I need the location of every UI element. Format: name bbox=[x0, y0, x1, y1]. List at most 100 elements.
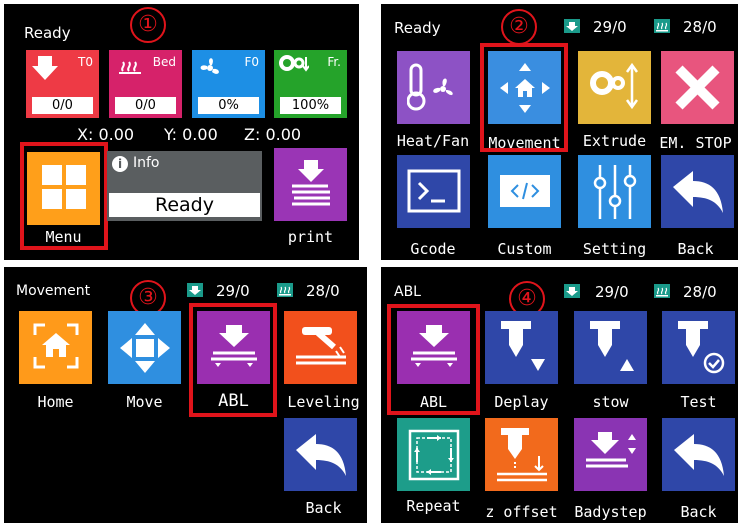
status-text: Ready bbox=[394, 19, 441, 37]
highlight-box bbox=[20, 142, 108, 250]
extruder-temp: 29/0 bbox=[595, 283, 629, 301]
status-text: ABL bbox=[394, 284, 421, 300]
extruder-down-icon bbox=[32, 56, 58, 80]
print-label: print bbox=[287, 228, 334, 246]
z-coordinate: Z: 0.00 bbox=[244, 125, 302, 144]
back-arrow-icon bbox=[673, 171, 723, 213]
extruder-temp: 29/0 bbox=[216, 282, 250, 300]
gear-extrude-icon bbox=[590, 62, 639, 110]
extruder-label: T0 bbox=[78, 55, 93, 69]
step-marker-2: ② bbox=[501, 9, 537, 45]
close-x-icon bbox=[675, 65, 720, 110]
y-coordinate: Y: 0.00 bbox=[164, 125, 218, 144]
bed-value: 0/0 bbox=[115, 97, 176, 114]
leveling-icon bbox=[296, 327, 346, 365]
info-icon: i bbox=[112, 156, 128, 172]
bed-temp-icon bbox=[654, 284, 670, 298]
repeat-button[interactable] bbox=[397, 418, 470, 491]
setting-button[interactable] bbox=[578, 155, 651, 228]
thermometer-fan-icon bbox=[407, 63, 453, 111]
repeat-grid-icon bbox=[408, 429, 460, 481]
leveling-label: Leveling bbox=[287, 393, 360, 411]
back-label: Back bbox=[305, 499, 342, 517]
heat-waves-icon bbox=[119, 61, 141, 74]
heat-fan-label: Heat/Fan bbox=[396, 132, 470, 150]
babystep-icon bbox=[586, 432, 636, 468]
status-text: Ready bbox=[24, 24, 71, 42]
fan-label: F0 bbox=[244, 55, 259, 69]
move-arrows-icon bbox=[120, 323, 170, 373]
highlight-box bbox=[480, 43, 568, 152]
move-label: Move bbox=[126, 393, 163, 411]
bed-temp: 28/0 bbox=[683, 283, 717, 301]
status-text: Movement bbox=[16, 283, 91, 299]
back-arrow-icon bbox=[296, 434, 346, 476]
print-icon bbox=[292, 160, 330, 206]
babystep-label: Badystep bbox=[574, 503, 647, 521]
fan-tile[interactable]: F0 0% bbox=[192, 50, 265, 118]
back-label: Back bbox=[680, 503, 717, 521]
screen-menu: Ready ② 29/0 28/0 Heat/Fan Movement Extr… bbox=[381, 4, 738, 260]
print-button[interactable] bbox=[274, 148, 347, 221]
move-button[interactable] bbox=[108, 311, 181, 384]
terminal-icon bbox=[407, 169, 461, 213]
gear-speed-icon bbox=[279, 55, 309, 72]
back-label: Back bbox=[677, 240, 714, 258]
info-status: Ready bbox=[109, 193, 260, 217]
z-offset-label: z offset bbox=[485, 503, 558, 521]
step-marker-1: ① bbox=[130, 7, 166, 43]
test-label: Test bbox=[680, 393, 717, 411]
highlight-box bbox=[189, 303, 277, 417]
back-arrow-icon bbox=[674, 434, 724, 476]
deploy-button[interactable] bbox=[485, 311, 558, 384]
extruder-temp-tile[interactable]: T0 0/0 bbox=[26, 50, 99, 118]
extruder-temp-icon bbox=[564, 19, 580, 33]
z-offset-button[interactable] bbox=[485, 418, 558, 491]
deploy-label: Deplay bbox=[494, 393, 549, 411]
babystep-button[interactable] bbox=[574, 418, 647, 491]
leveling-button[interactable] bbox=[284, 311, 357, 384]
screen-movement: Movement ③ 29/0 28/0 Home Move ABL Level… bbox=[4, 267, 367, 523]
info-title: Info bbox=[133, 155, 160, 171]
screen-main-status: Ready ① T0 0/0 Bed 0/0 F0 0% Fr. 100% X:… bbox=[4, 4, 359, 260]
repeat-label: Repeat bbox=[406, 497, 461, 515]
gcode-button[interactable] bbox=[397, 155, 470, 228]
probe-up-icon bbox=[590, 321, 634, 371]
extruder-temp: 29/0 bbox=[593, 18, 627, 36]
speed-tile[interactable]: Fr. 100% bbox=[274, 50, 347, 118]
stow-button[interactable] bbox=[574, 311, 647, 384]
setting-label: Setting bbox=[582, 240, 647, 258]
extrude-button[interactable] bbox=[578, 51, 651, 124]
home-label: Home bbox=[37, 393, 74, 411]
sliders-icon bbox=[593, 165, 637, 219]
back-button[interactable] bbox=[661, 155, 734, 228]
probe-down-icon bbox=[501, 321, 545, 371]
back-button[interactable] bbox=[662, 418, 735, 491]
bed-temp-tile[interactable]: Bed 0/0 bbox=[109, 50, 182, 118]
fan-icon bbox=[200, 58, 219, 74]
speed-label: Fr. bbox=[327, 55, 341, 69]
z-offset-icon bbox=[497, 428, 547, 482]
heat-fan-button[interactable] bbox=[397, 51, 470, 124]
emergency-stop-label: EM. STOP bbox=[659, 134, 732, 152]
bed-temp-icon bbox=[654, 19, 670, 33]
extruder-temp-icon bbox=[187, 283, 203, 297]
extruder-temp-icon bbox=[564, 284, 580, 298]
bed-temp: 28/0 bbox=[683, 18, 717, 36]
home-button[interactable] bbox=[19, 311, 92, 384]
custom-label: Custom bbox=[497, 240, 552, 258]
custom-button[interactable] bbox=[488, 155, 561, 228]
bed-temp-icon bbox=[277, 283, 293, 297]
emergency-stop-button[interactable] bbox=[661, 51, 734, 124]
stow-label: stow bbox=[592, 393, 629, 411]
probe-test-icon bbox=[678, 321, 725, 374]
home-icon bbox=[33, 323, 79, 369]
bed-temp: 28/0 bbox=[306, 282, 340, 300]
fan-value: 0% bbox=[198, 97, 259, 114]
highlight-box bbox=[387, 304, 480, 415]
test-button[interactable] bbox=[662, 311, 735, 384]
extruder-value: 0/0 bbox=[32, 97, 93, 114]
speed-value: 100% bbox=[280, 97, 341, 114]
info-panel: i Info Ready bbox=[107, 151, 262, 221]
back-button[interactable] bbox=[284, 418, 357, 491]
